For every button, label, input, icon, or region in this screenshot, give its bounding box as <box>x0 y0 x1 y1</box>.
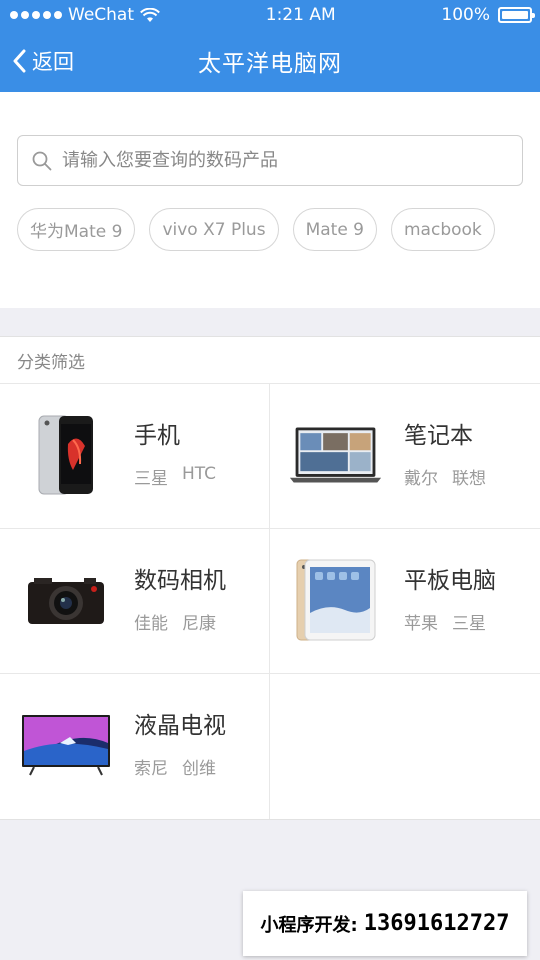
status-bar: WeChat 1:21 AM 100% <box>0 0 540 30</box>
contact-label: 小程序开发: <box>260 914 358 936</box>
tablet-image <box>288 557 383 642</box>
category-tablet[interactable]: 平板电脑 苹果 三星 <box>270 529 540 674</box>
signal-dots-icon <box>10 11 62 19</box>
brand-link[interactable]: 佳能 <box>134 609 168 634</box>
search-icon <box>32 151 52 170</box>
carrier-label: WeChat <box>68 5 134 25</box>
nav-bar: 返回 太平洋电脑网 <box>0 30 540 92</box>
contact-banner[interactable]: 小程序开发: 13691612727 <box>243 891 527 956</box>
category-tv[interactable]: 液晶电视 索尼 创维 <box>0 674 270 819</box>
laptop-image <box>288 412 383 497</box>
category-name: 平板电脑 <box>404 568 496 594</box>
category-laptop[interactable]: 笔记本 戴尔 联想 <box>270 384 540 529</box>
phone-image <box>18 412 113 497</box>
category-header: 分类筛选 <box>0 337 540 384</box>
hot-tag[interactable]: Mate 9 <box>292 208 377 251</box>
category-camera[interactable]: 数码相机 佳能 尼康 <box>0 529 270 674</box>
page-title: 太平洋电脑网 <box>198 51 342 77</box>
brand-link[interactable]: HTC <box>182 464 216 489</box>
brand-link[interactable]: 尼康 <box>182 609 216 634</box>
battery-percent: 100% <box>441 5 490 25</box>
category-brands: 索尼 创维 <box>134 754 216 779</box>
category-name: 笔记本 <box>404 423 473 449</box>
hot-tag[interactable]: vivo X7 Plus <box>149 208 279 251</box>
brand-link[interactable]: 创维 <box>182 754 216 779</box>
status-time: 1:21 AM <box>265 5 336 25</box>
search-section: 华为Mate 9 vivo X7 Plus Mate 9 macbook <box>0 92 540 308</box>
category-name: 数码相机 <box>134 568 226 594</box>
signal-group: WeChat <box>10 5 160 25</box>
back-button[interactable]: 返回 <box>12 30 74 92</box>
category-name: 手机 <box>134 423 180 449</box>
category-section: 分类筛选 手机 三星 HTC 笔记本 戴尔 联想 数码相机 佳能 尼康 平板电脑… <box>0 336 540 820</box>
hot-tag[interactable]: 华为Mate 9 <box>17 208 136 251</box>
brand-link[interactable]: 联想 <box>452 464 486 489</box>
battery-icon <box>498 7 535 23</box>
hot-tag[interactable]: macbook <box>391 208 495 251</box>
header-bar: WeChat 1:21 AM 100% 返回 太平洋电脑网 <box>0 0 540 92</box>
brand-link[interactable]: 三星 <box>452 609 486 634</box>
search-field[interactable] <box>17 135 523 186</box>
contact-phone: 13691612727 <box>363 911 510 936</box>
category-brands: 苹果 三星 <box>404 609 486 634</box>
tv-image <box>18 702 113 787</box>
category-grid: 手机 三星 HTC 笔记本 戴尔 联想 数码相机 佳能 尼康 平板电脑 苹果 三… <box>0 384 540 819</box>
brand-link[interactable]: 索尼 <box>134 754 168 779</box>
category-name: 液晶电视 <box>134 713 226 739</box>
camera-image <box>18 557 113 642</box>
category-brands: 三星 HTC <box>134 464 216 489</box>
category-brands: 戴尔 联想 <box>404 464 486 489</box>
back-label: 返回 <box>32 50 74 74</box>
brand-link[interactable]: 戴尔 <box>404 464 438 489</box>
brand-link[interactable]: 苹果 <box>404 609 438 634</box>
brand-link[interactable]: 三星 <box>134 464 168 489</box>
chevron-left-icon <box>13 49 26 73</box>
empty-cell <box>270 674 540 819</box>
wifi-icon <box>140 7 160 22</box>
hot-tags: 华为Mate 9 vivo X7 Plus Mate 9 macbook <box>17 208 523 251</box>
category-brands: 佳能 尼康 <box>134 609 216 634</box>
category-phone[interactable]: 手机 三星 HTC <box>0 384 270 529</box>
battery-group: 100% <box>441 5 535 25</box>
search-input[interactable] <box>62 150 508 171</box>
